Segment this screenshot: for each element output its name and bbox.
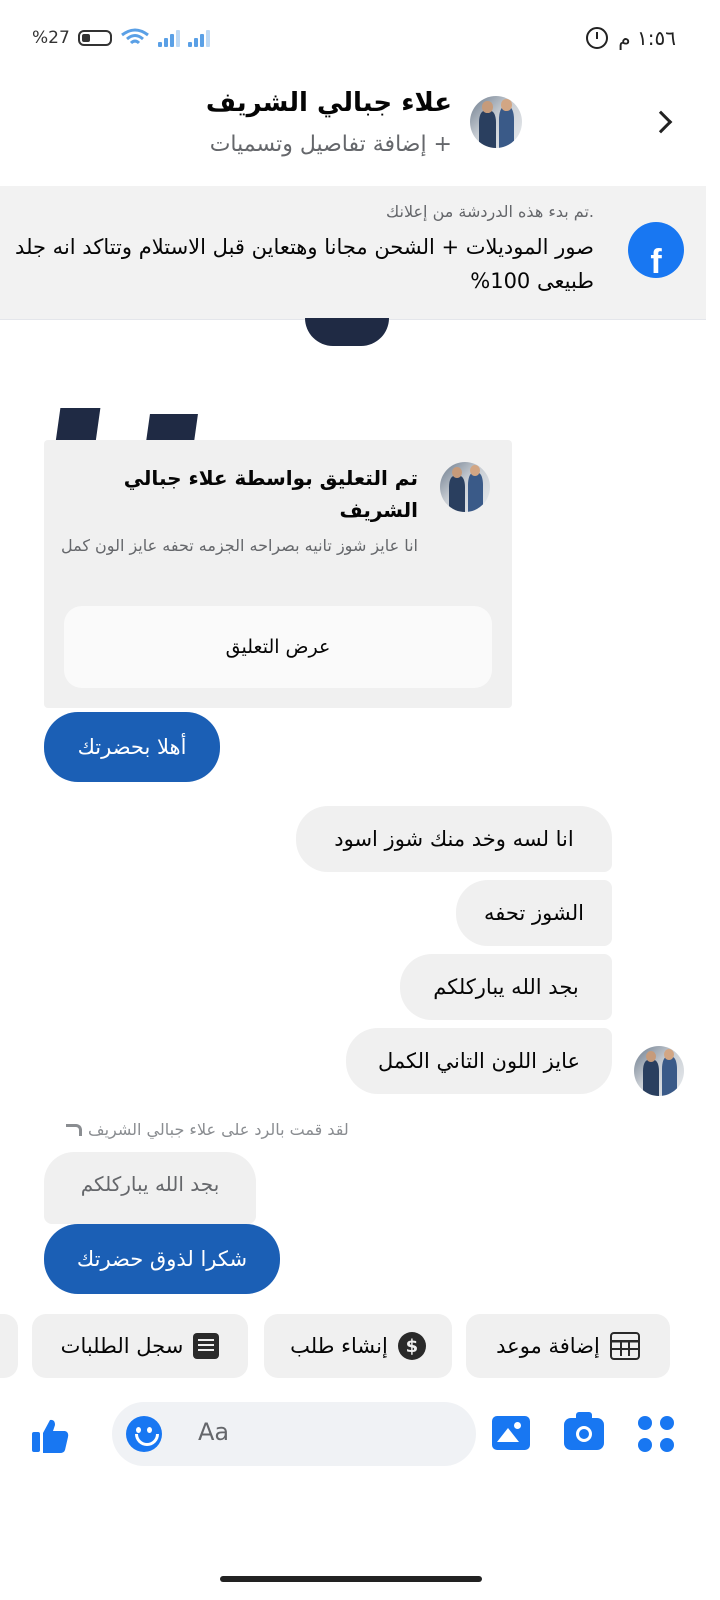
chip-label: سجل الطلبات xyxy=(60,1334,184,1358)
order-list-icon xyxy=(193,1333,220,1359)
clock-time: ١:٥٦ م xyxy=(618,26,676,50)
calendar-icon xyxy=(609,1332,640,1360)
signal-icon-2 xyxy=(187,29,210,47)
ad-context-banner[interactable]: f .تم بدء هذه الدردشة من إعلانك صور المو… xyxy=(0,186,706,320)
chat-header: علاء جبالي الشريف + إضافة تفاصيل وتسميات xyxy=(0,80,720,180)
quick-actions-bar: سجل الطلبات $ إنشاء طلب إضافة موعد xyxy=(0,1314,720,1378)
view-comment-button[interactable]: عرض التعليق xyxy=(64,606,492,688)
battery-percent: %27 xyxy=(32,28,70,48)
alarm-icon xyxy=(586,27,609,49)
comment-card: تم التعليق بواسطة علاء جبالي الشريف انا … xyxy=(44,440,512,708)
quick-action-chip-partial[interactable] xyxy=(0,1314,18,1378)
status-right: ١:٥٦ م xyxy=(586,26,676,50)
add-appointment-chip[interactable]: إضافة موعد xyxy=(466,1314,670,1378)
chip-label: إضافة موعد xyxy=(496,1334,600,1358)
chip-label: إنشاء طلب xyxy=(290,1334,388,1358)
add-details-link[interactable]: + إضافة تفاصيل وتسميات xyxy=(210,132,452,157)
create-order-chip[interactable]: $ إنشاء طلب xyxy=(264,1314,452,1378)
message-bubble-incoming[interactable]: عايز اللون التاني الكمل xyxy=(346,1028,612,1094)
message-bubble-outgoing[interactable]: شكرا لذوق حضرتك xyxy=(44,1224,280,1294)
background-image-fragment xyxy=(305,318,389,346)
home-indicator[interactable] xyxy=(220,1576,482,1582)
facebook-icon: f xyxy=(628,222,684,278)
more-apps-icon[interactable] xyxy=(638,1416,674,1452)
background-image-fragment xyxy=(55,408,101,442)
quoted-message[interactable]: بجد الله يباركلكم xyxy=(44,1152,256,1224)
background-image-fragment xyxy=(146,414,198,442)
ad-caption: .تم بدء هذه الدردشة من إعلانك xyxy=(386,202,594,221)
reply-arrow-icon xyxy=(66,1123,82,1136)
back-button[interactable] xyxy=(638,102,678,142)
camera-icon[interactable] xyxy=(564,1412,604,1450)
message-composer: Aa xyxy=(0,1396,720,1476)
message-bubble-incoming[interactable]: بجد الله يباركلكم xyxy=(400,954,612,1020)
battery-level: 27 xyxy=(48,28,70,48)
message-bubble-incoming[interactable]: الشوز تحفه xyxy=(456,880,612,946)
gallery-icon[interactable] xyxy=(492,1416,530,1450)
comment-card-title: تم التعليق بواسطة علاء جبالي الشريف xyxy=(123,466,418,522)
commenter-avatar xyxy=(440,462,490,512)
message-bubble-incoming[interactable]: انا لسه وخد منك شوز اسود xyxy=(296,806,612,872)
message-input[interactable]: Aa xyxy=(112,1402,476,1466)
sender-avatar[interactable] xyxy=(634,1046,684,1096)
contact-name[interactable]: علاء جبالي الشريف xyxy=(206,88,452,118)
ad-text: صور الموديلات + الشحن مجانا وهتعاين قبل … xyxy=(15,235,594,293)
status-left: %27 xyxy=(32,28,210,48)
emoji-icon[interactable] xyxy=(126,1416,162,1452)
status-bar: %27 ١:٥٦ م xyxy=(0,0,720,80)
chevron-icon xyxy=(649,110,673,134)
thumbs-up-icon[interactable] xyxy=(30,1416,70,1456)
contact-avatar[interactable] xyxy=(470,96,522,148)
message-bubble-outgoing[interactable]: أهلا بحضرتك xyxy=(44,712,220,782)
battery-icon xyxy=(77,30,112,46)
comment-text: انا عايز شوز تانيه بصراحه الجزمه تحفه عا… xyxy=(60,536,418,555)
dollar-icon: $ xyxy=(397,1332,426,1360)
wifi-icon xyxy=(120,28,149,45)
percent-sign: % xyxy=(32,28,49,48)
signal-icon xyxy=(157,29,180,47)
order-history-chip[interactable]: سجل الطلبات xyxy=(32,1314,248,1378)
reply-note: لقد قمت بالرد على علاء جبالي الشريف xyxy=(66,1120,349,1139)
message-input-placeholder: Aa xyxy=(198,1418,230,1446)
reply-note-text: لقد قمت بالرد على علاء جبالي الشريف xyxy=(88,1120,349,1139)
